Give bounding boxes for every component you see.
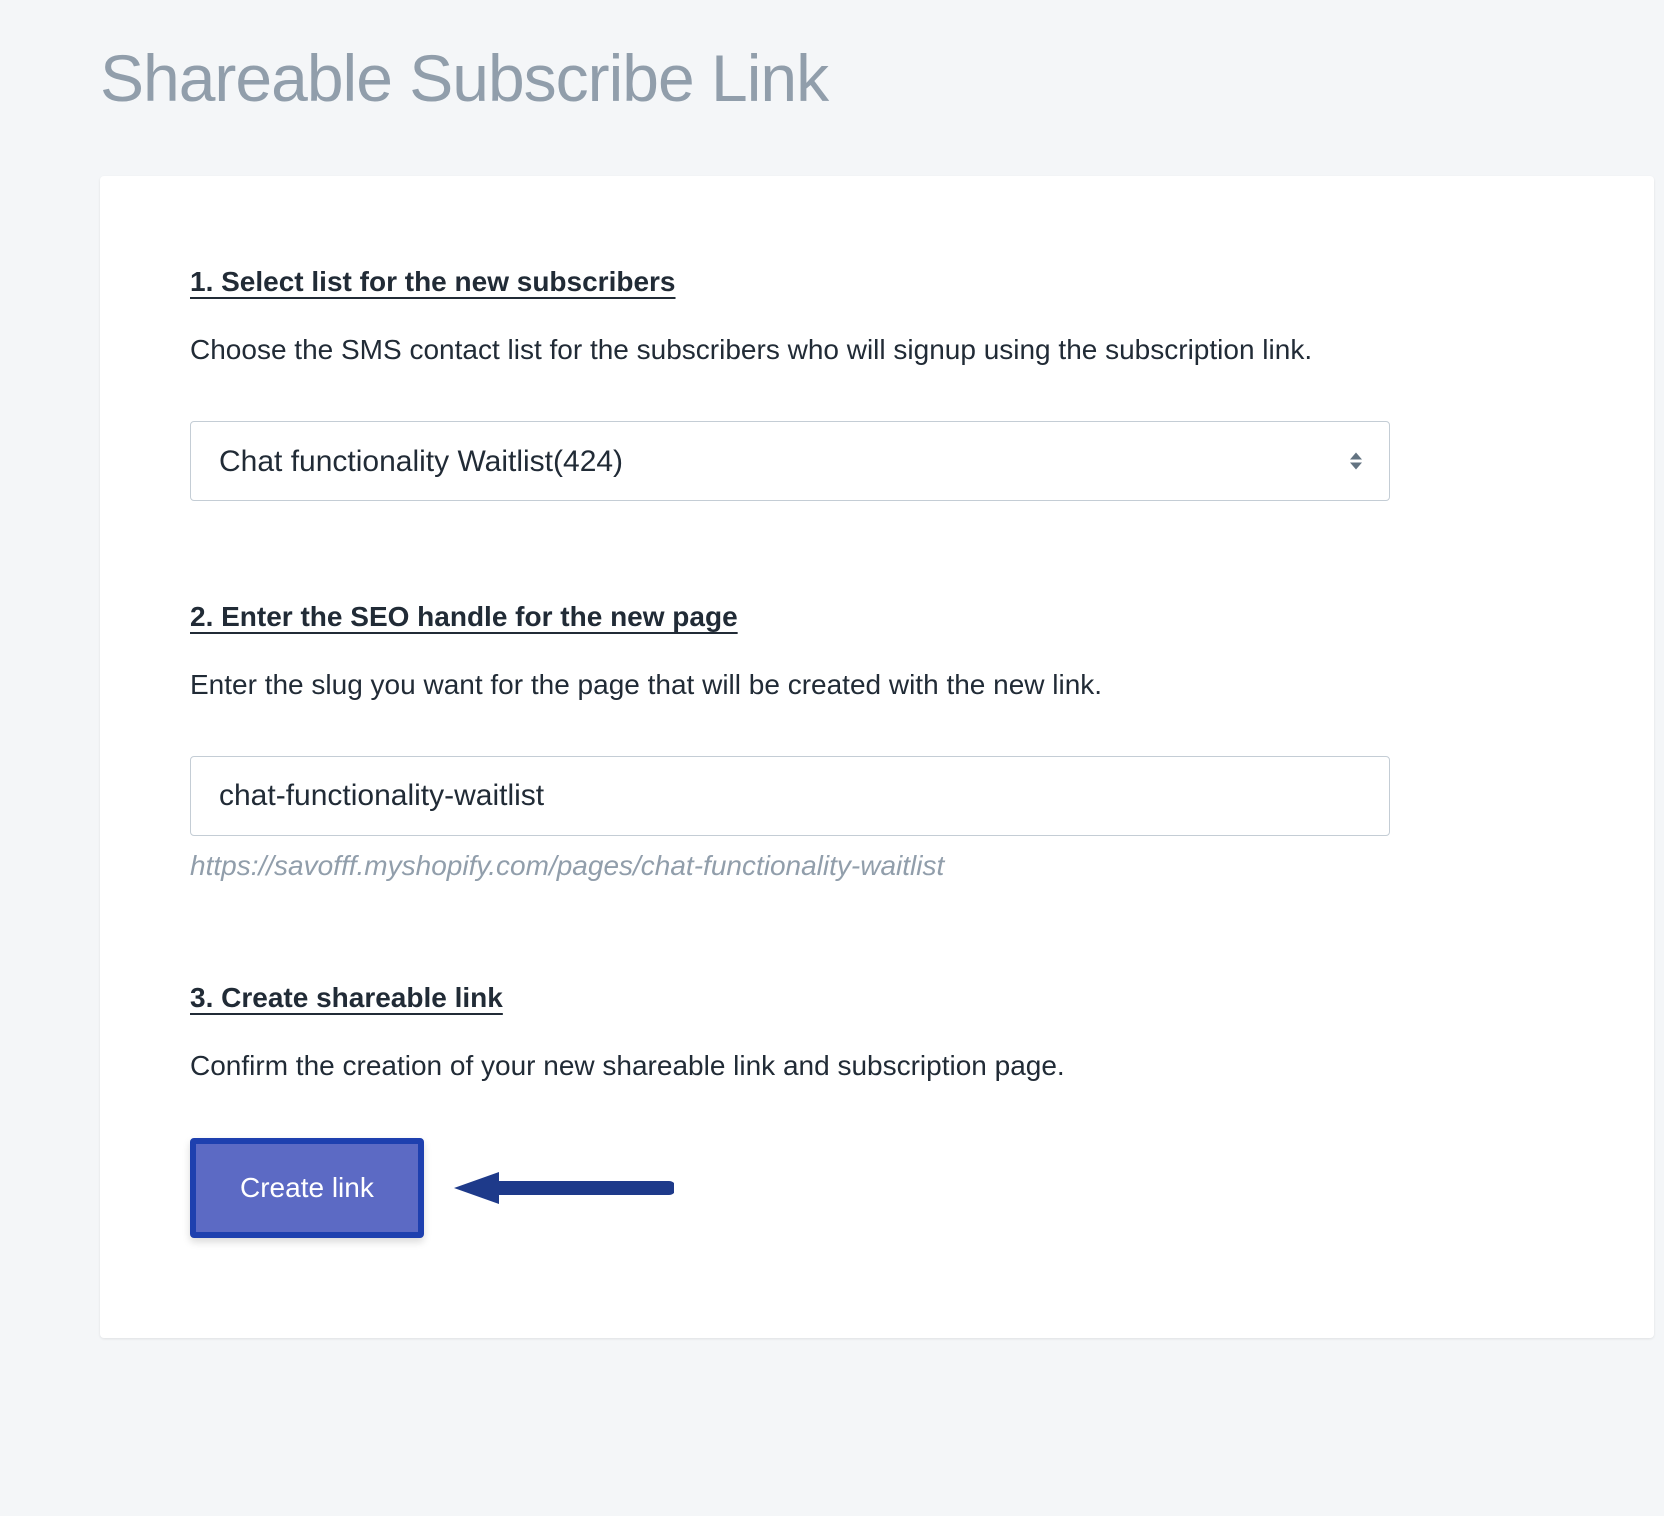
section-1-heading: 1. Select list for the new subscribers — [190, 266, 1564, 298]
section-select-list: 1. Select list for the new subscribers C… — [190, 266, 1564, 501]
section-seo-handle: 2. Enter the SEO handle for the new page… — [190, 601, 1564, 882]
section-3-heading: 3. Create shareable link — [190, 982, 1564, 1014]
url-preview: https://savofff.myshopify.com/pages/chat… — [190, 850, 1564, 882]
section-2-heading: 2. Enter the SEO handle for the new page — [190, 601, 1564, 633]
section-create-link: 3. Create shareable link Confirm the cre… — [190, 982, 1564, 1237]
section-2-description: Enter the slug you want for the page tha… — [190, 665, 1564, 704]
form-card: 1. Select list for the new subscribers C… — [100, 176, 1654, 1338]
create-link-button[interactable]: Create link — [190, 1138, 424, 1238]
list-select-wrapper: Chat functionality Waitlist(424) — [190, 421, 1390, 501]
annotation-arrow-icon — [444, 1168, 674, 1208]
create-link-row: Create link — [190, 1138, 1564, 1238]
section-3-description: Confirm the creation of your new shareab… — [190, 1046, 1564, 1085]
section-1-description: Choose the SMS contact list for the subs… — [190, 330, 1564, 369]
seo-handle-input[interactable] — [190, 756, 1390, 836]
list-select[interactable]: Chat functionality Waitlist(424) — [190, 421, 1390, 501]
page-title: Shareable Subscribe Link — [100, 40, 1664, 116]
